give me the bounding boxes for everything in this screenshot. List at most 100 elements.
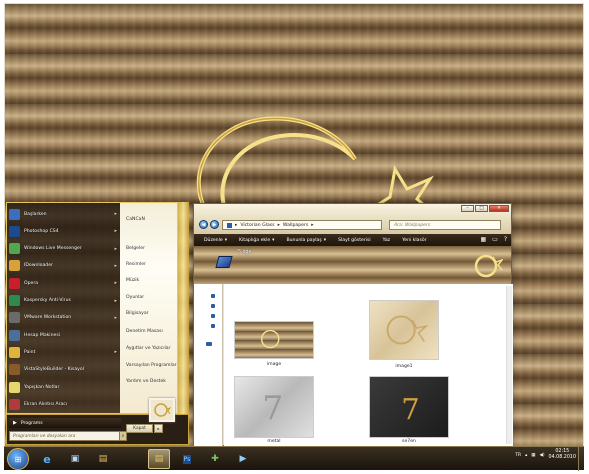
submenu-arrow-icon[interactable]: ▸ [114, 280, 117, 286]
start-menu-item[interactable]: Kaspersky Anti-Virus ▸ [9, 293, 119, 309]
submenu-arrow-icon[interactable]: ▸ [114, 315, 117, 321]
start-menu-item[interactable]: VistaStyleBuilder - Kısayol [9, 362, 119, 378]
taskbar-paint-icon[interactable]: ✚ [204, 449, 226, 469]
file-item-metal-thumbnail[interactable]: 7 [234, 376, 314, 438]
submenu-arrow-icon[interactable]: ▸ [114, 298, 117, 304]
file-item-image-thumbnail[interactable] [234, 321, 314, 359]
submenu-arrow-icon[interactable]: ▸ [114, 211, 117, 217]
file-item-label[interactable]: image [234, 362, 314, 367]
start-menu-place-item[interactable]: Yardım ve Destek [126, 379, 166, 384]
start-menu-item-label: Paint [24, 349, 36, 355]
svg-text:7: 7 [401, 393, 419, 427]
start-menu-item-label: VMware Workstation [24, 315, 72, 321]
all-programs-button[interactable]: ▶ Programs [9, 418, 121, 428]
file-item-label[interactable]: metal [234, 439, 314, 444]
network-status-icon[interactable]: ▦ [531, 453, 535, 458]
help-icon[interactable]: ? [504, 236, 507, 243]
all-programs-label: Programs [20, 420, 43, 426]
preview-pane-icon[interactable]: ▭ [492, 236, 498, 243]
command-bar-item[interactable]: Yaz [377, 238, 396, 243]
file-item-label[interactable]: image1 [364, 364, 444, 369]
start-menu-place-item[interactable]: Bilgisayar [126, 311, 149, 316]
tray-expand-icon[interactable]: ▴ [525, 453, 527, 458]
start-menu-item[interactable]: Opera ▸ [9, 275, 119, 291]
submenu-arrow-icon[interactable]: ▸ [114, 263, 117, 269]
paint-icon [9, 346, 20, 358]
breadcrumb-separator-icon: ▸ [311, 222, 314, 228]
start-search-input[interactable]: Programları ve dosyaları ara [9, 431, 121, 441]
vertical-scrollbar[interactable] [506, 286, 512, 444]
start-menu-place-item[interactable]: CaNCaN [126, 217, 145, 222]
shutdown-options-chevron-icon[interactable]: ▸ [154, 424, 163, 433]
start-menu-item-label: VistaStyleBuilder - Kısayol [24, 367, 84, 373]
shutdown-button[interactable]: Kapat [126, 424, 153, 433]
maximize-button[interactable]: □ [475, 205, 488, 212]
start-menu-place-item[interactable]: Aygıtlar ve Yazıcılar [126, 346, 170, 351]
window-titlebar[interactable]: – □ ✕ ◀ ▶ ▸ Victorian Glass ▸ Wallpapers… [194, 204, 511, 234]
nav-computer-icon[interactable] [211, 324, 215, 328]
clock[interactable]: 02:15 04.08.2010 [549, 449, 576, 461]
taskbar-internet-explorer-icon[interactable]: e [36, 449, 58, 469]
start-menu-place-item[interactable]: Müzik [126, 278, 139, 283]
start-menu-place-item[interactable]: Resimler [126, 262, 146, 267]
view-options-icon[interactable]: ▦ [480, 236, 486, 243]
submenu-arrow-icon[interactable]: ▸ [114, 349, 117, 355]
taskbar-media-player-icon[interactable]: ▶ [232, 449, 254, 469]
taskbar-explorer-active-icon[interactable]: ▤ [148, 449, 170, 469]
close-button[interactable]: ✕ [489, 205, 509, 212]
command-bar-item[interactable]: Slayt gösterisi [332, 238, 377, 243]
start-menu-place-item[interactable]: Denetim Masası [126, 329, 163, 334]
system-tray: TR ▴ ▦ ◀) 02:15 04.08.2010 [515, 449, 576, 461]
explorer-window: – □ ✕ ◀ ▶ ▸ Victorian Glass ▸ Wallpapers… [193, 203, 513, 447]
minimize-button[interactable]: – [461, 205, 474, 212]
start-menu-place-item[interactable]: Varsayılan Programlar [126, 363, 177, 368]
language-indicator[interactable]: TR [515, 453, 521, 458]
nav-network-icon[interactable] [206, 342, 212, 346]
command-bar-item[interactable]: Düzenle ▾ [198, 238, 233, 243]
start-menu-item-label: Windows Live Messenger [24, 246, 82, 252]
taskbar-folder-icon[interactable]: ▤ [92, 449, 114, 469]
breadcrumb-item[interactable]: Victorian Glass [240, 223, 274, 228]
command-bar-item[interactable]: Kitaplığa ekle ▾ [233, 238, 280, 243]
vmware-icon [9, 312, 20, 324]
start-menu-place-item[interactable]: Oyunlar [126, 295, 144, 300]
nav-homegroup-icon[interactable] [211, 314, 215, 318]
start-menu-item[interactable]: Windows Live Messenger ▸ [9, 241, 119, 257]
command-bar-item[interactable]: Yeni klasör [396, 238, 433, 243]
start-menu-item[interactable]: Hesap Makinesi [9, 327, 119, 343]
nav-libraries-icon[interactable] [211, 304, 215, 308]
messenger-icon [9, 243, 20, 255]
start-button[interactable]: ⊞ [7, 448, 29, 470]
start-menu-item[interactable]: IDownloader ▸ [9, 258, 119, 274]
start-menu-item[interactable]: Başlarken ▸ [9, 206, 119, 222]
window-controls: – □ ✕ [461, 205, 509, 212]
start-menu-item[interactable]: VMware Workstation ▸ [9, 310, 119, 326]
file-item-label[interactable]: se7en [369, 439, 449, 444]
user-avatar[interactable] [149, 398, 175, 422]
command-bar-item[interactable]: Bununla paylaş ▾ [280, 238, 332, 243]
address-bar[interactable]: ▸ Victorian Glass ▸ Wallpapers ▸ [222, 220, 382, 230]
start-menu-place-item[interactable]: Belgeler [126, 246, 145, 251]
explorer-search-input[interactable]: Ara: Wallpapers [389, 220, 501, 230]
start-menu-item[interactable]: Yapışkan Notlar [9, 379, 119, 395]
file-item-se7en-thumbnail[interactable]: 7 [369, 376, 449, 438]
start-menu-item[interactable]: Photoshop CS4 ▸ [9, 223, 119, 239]
forward-arrow-icon[interactable]: ▶ [210, 220, 219, 229]
library-book-icon [215, 256, 233, 268]
submenu-arrow-icon[interactable]: ▸ [114, 228, 117, 234]
volume-icon[interactable]: ◀) [539, 453, 544, 458]
command-bar-item-label: Yeni klasör [402, 237, 427, 243]
taskbar-network-icon[interactable]: ▣ [64, 449, 86, 469]
file-list: image image1 7 metal 7 se7en [224, 284, 513, 447]
navigation-pane[interactable] [194, 284, 223, 447]
show-desktop-button[interactable] [578, 447, 584, 471]
back-arrow-icon[interactable]: ◀ [199, 220, 208, 229]
breadcrumb-item[interactable]: Wallpapers [283, 223, 308, 228]
start-menu-item[interactable]: Ekran Alıntısı Aracı [9, 396, 119, 412]
submenu-arrow-icon[interactable]: ▸ [114, 246, 117, 252]
file-item-image1-thumbnail[interactable] [369, 300, 439, 360]
nav-favorites-icon[interactable] [211, 294, 215, 298]
start-menu-item[interactable]: Paint ▸ [9, 344, 119, 360]
clock-date: 04.08.2010 [548, 455, 576, 460]
taskbar-photoshop-icon[interactable]: Ps [176, 449, 198, 469]
